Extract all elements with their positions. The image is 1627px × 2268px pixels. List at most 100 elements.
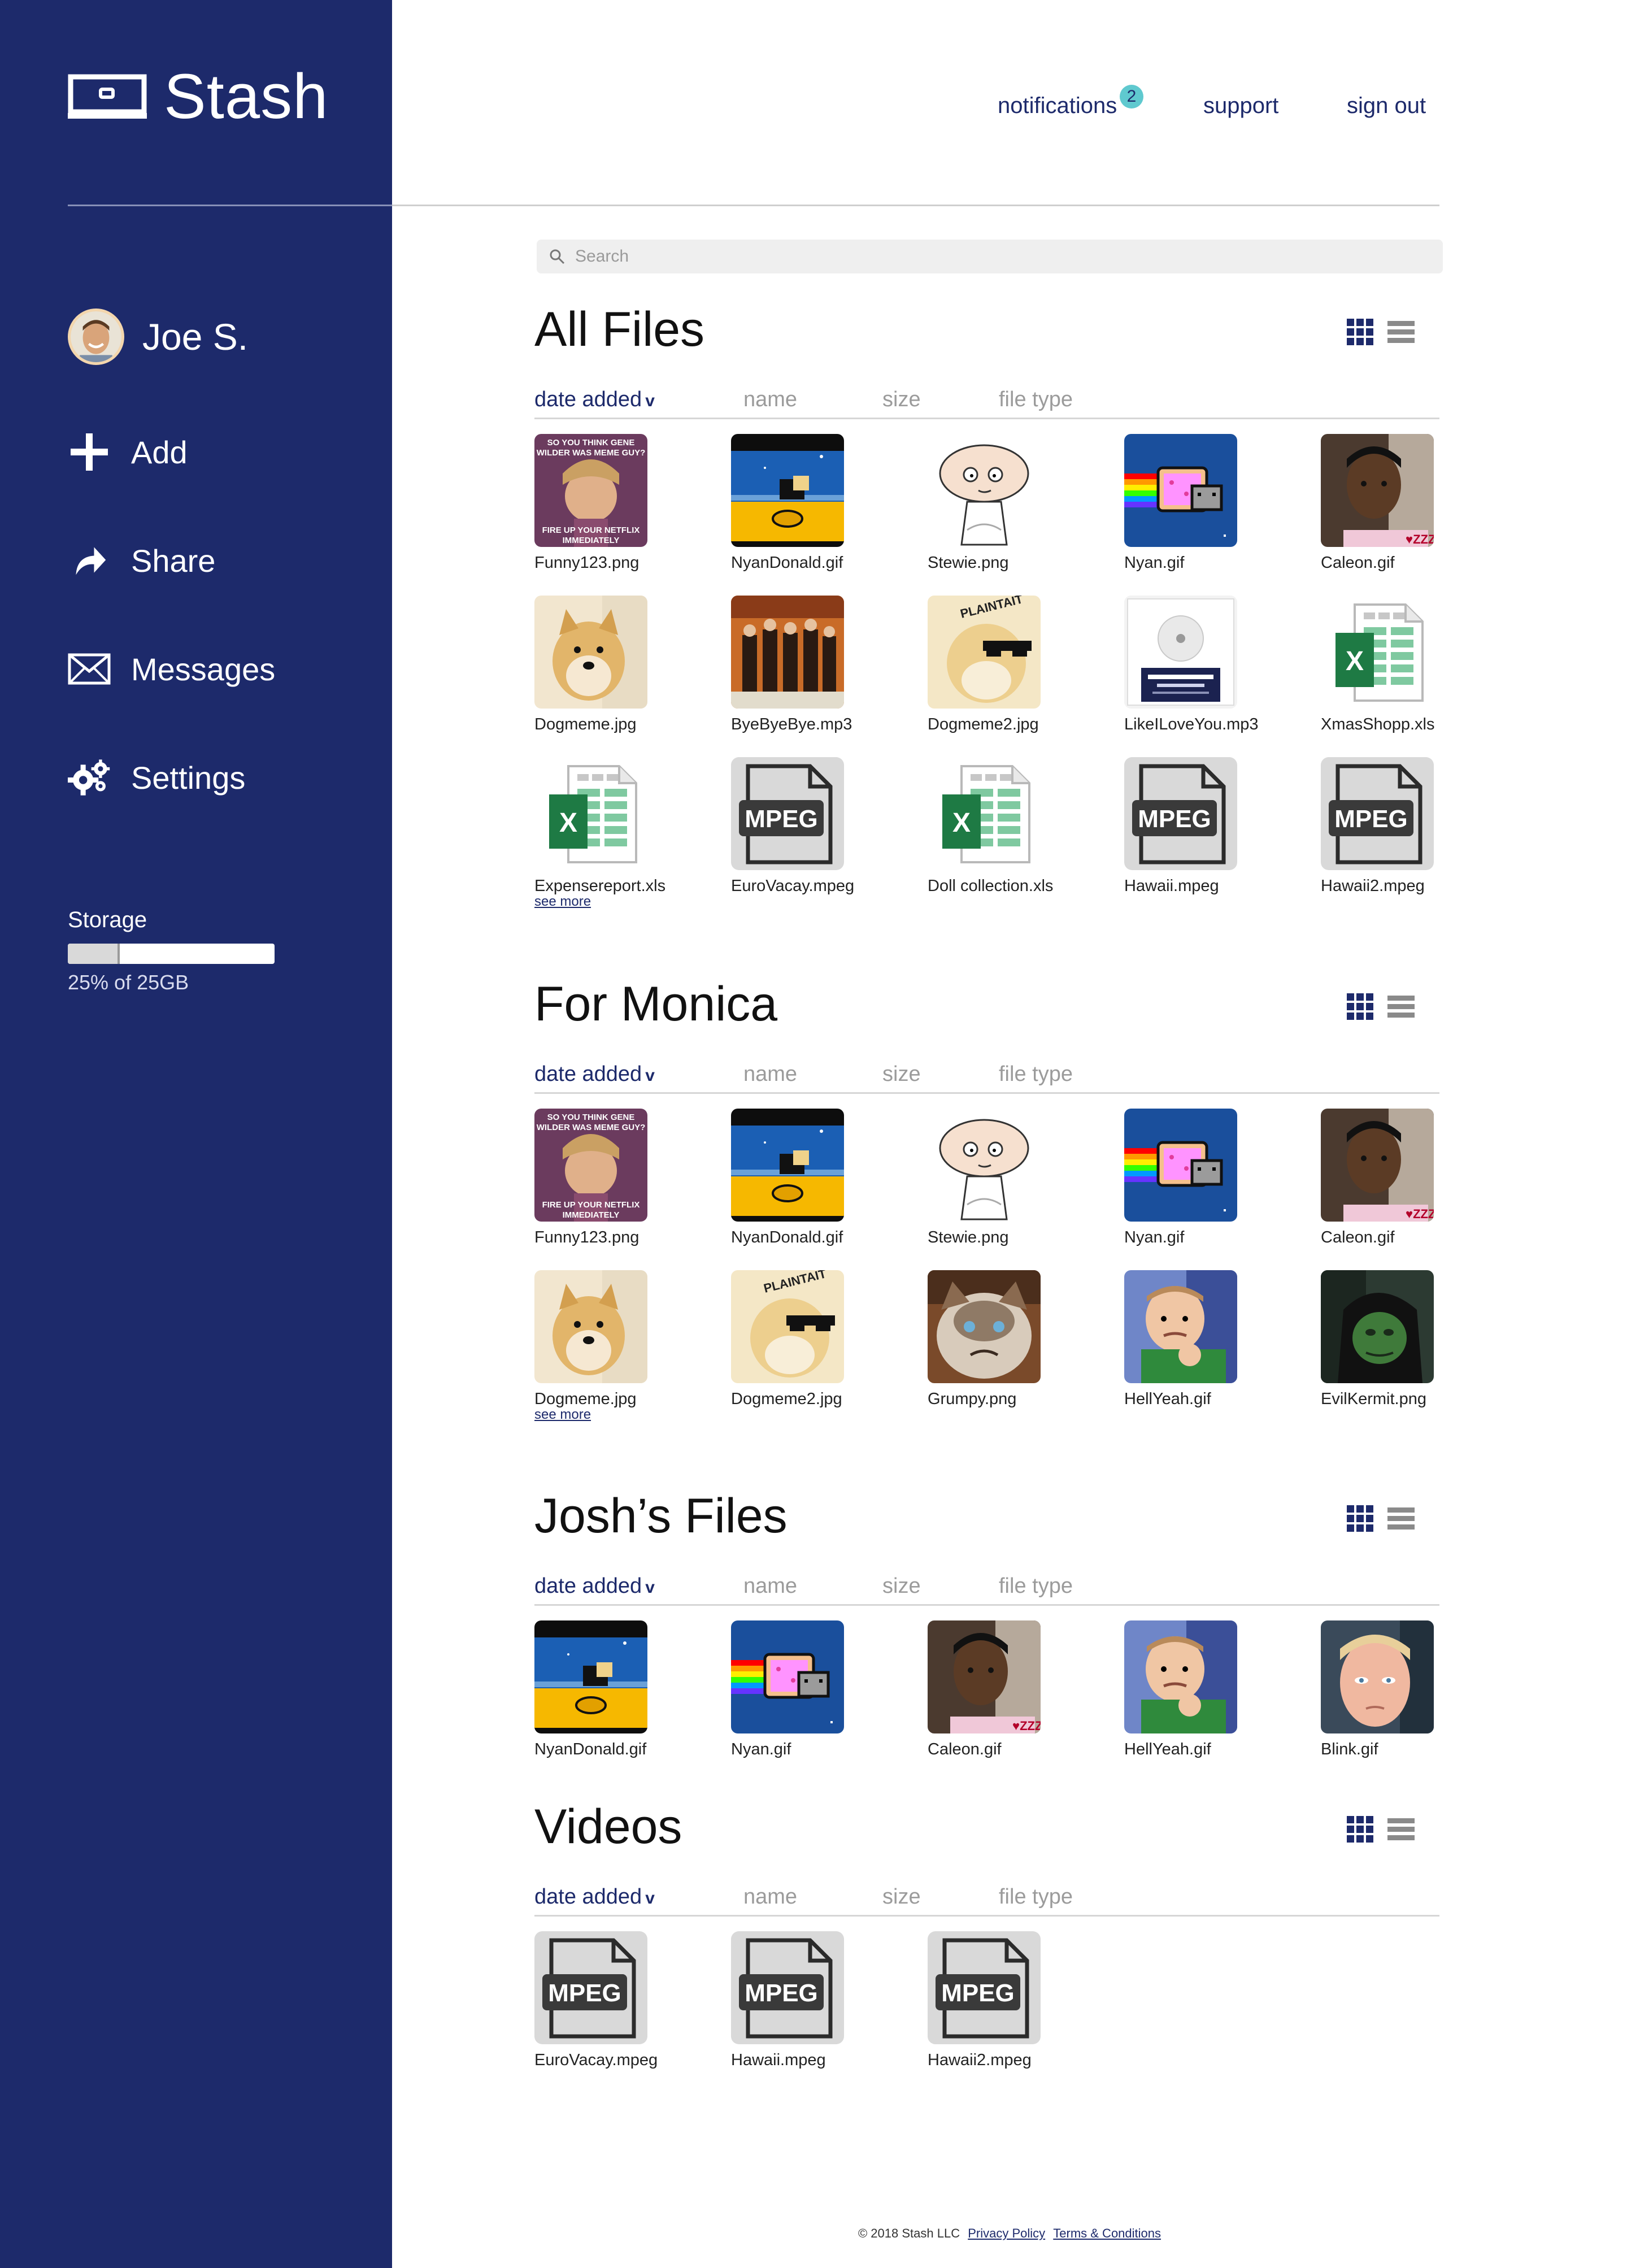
file-thumbnail — [1124, 1270, 1237, 1383]
sort-file-type[interactable]: file type — [999, 1574, 1073, 1598]
file-name: Dogmeme2.jpg — [928, 715, 1039, 733]
file-name: Funny123.png — [534, 554, 640, 572]
sort-direction-icon: v — [645, 1889, 655, 1908]
file-tile[interactable]: MPEG Hawaii2.mpeg — [928, 1931, 1046, 2070]
file-tile[interactable]: ByeByeBye.mp3 — [731, 596, 852, 734]
nav-settings[interactable]: Settings — [68, 756, 245, 799]
sort-size[interactable]: size — [882, 388, 921, 412]
file-tile[interactable]: NyanDonald.gif — [534, 1620, 653, 1759]
file-tile[interactable]: MPEG EuroVacay.mpeg — [731, 757, 854, 896]
list-view-icon[interactable] — [1386, 1815, 1416, 1844]
privacy-policy-link[interactable]: Privacy Policy — [968, 2226, 1045, 2240]
search-input[interactable] — [575, 247, 1366, 266]
file-tile[interactable]: NyanDonald.gif — [731, 1109, 850, 1247]
nav-share[interactable]: Share — [68, 539, 215, 582]
file-name: Dogmeme2.jpg — [731, 1390, 842, 1408]
file-tile[interactable]: Stewie.png — [928, 434, 1046, 572]
sort-name[interactable]: name — [743, 1062, 797, 1087]
file-tile[interactable]: PLAINTAIT Dogmeme2.jpg — [731, 1270, 850, 1409]
file-name: Stewie.png — [928, 554, 1009, 572]
file-tile[interactable]: Nyan.gif — [731, 1620, 850, 1759]
envelope-icon — [68, 648, 111, 690]
file-name: Doll collection.xls — [928, 877, 1054, 895]
file-tile[interactable]: Nyan.gif — [1124, 1109, 1243, 1247]
file-tile[interactable]: X Doll collection.xls — [928, 757, 1054, 896]
file-tile[interactable]: Grumpy.png — [928, 1270, 1046, 1409]
grid-view-icon[interactable] — [1346, 1815, 1375, 1844]
nav-add[interactable]: Add — [68, 431, 188, 473]
sort-name[interactable]: name — [743, 1574, 797, 1598]
file-name: Nyan.gif — [731, 1740, 791, 1758]
svg-text:FIRE UP YOUR NETFLIX: FIRE UP YOUR NETFLIX — [542, 525, 640, 535]
grid-view-icon[interactable] — [1346, 992, 1375, 1022]
file-tile[interactable]: ♥ZZZ Caleon.gif — [928, 1620, 1046, 1759]
see-more-link[interactable]: see more — [534, 894, 591, 910]
sort-bar: date added v name size file type — [534, 1574, 1439, 1606]
list-view-icon[interactable] — [1386, 1504, 1416, 1533]
file-tile[interactable]: Dogmeme.jpg — [534, 596, 653, 734]
sort-size[interactable]: size — [882, 1885, 921, 1909]
file-name: Hawaii.mpeg — [731, 2051, 826, 2069]
search-bar[interactable] — [537, 240, 1443, 273]
sign-out-link[interactable]: sign out — [1347, 93, 1426, 119]
file-tile[interactable]: Nyan.gif — [1124, 434, 1243, 572]
file-name: Expensereport.xls — [534, 877, 666, 895]
sort-direction-icon: v — [645, 1578, 655, 1597]
list-view-icon[interactable] — [1386, 992, 1416, 1022]
file-tile[interactable]: PLAINTAIT Dogmeme2.jpg — [928, 596, 1046, 734]
sort-file-type[interactable]: file type — [999, 1062, 1073, 1087]
file-name: Stewie.png — [928, 1228, 1009, 1246]
sort-size[interactable]: size — [882, 1574, 921, 1598]
file-tile[interactable]: MPEG EuroVacay.mpeg — [534, 1931, 658, 2070]
sort-file-type[interactable]: file type — [999, 388, 1073, 412]
app-logo[interactable]: Stash — [68, 65, 328, 128]
file-tile[interactable]: LikeILoveYou.mp3 — [1124, 596, 1259, 734]
nav-messages[interactable]: Messages — [68, 648, 275, 690]
sort-bar: date added v name size file type — [534, 1062, 1439, 1094]
file-tile[interactable]: HellYeah.gif — [1124, 1270, 1243, 1409]
sort-date-added[interactable]: date added v — [534, 1574, 655, 1598]
file-tile[interactable]: MPEG Hawaii.mpeg — [1124, 757, 1243, 896]
file-thumbnail: MPEG — [1124, 757, 1237, 870]
sort-date-added-label: date added — [534, 388, 642, 411]
file-thumbnail: MPEG — [731, 1931, 844, 2044]
file-tile[interactable]: X Expensereport.xls — [534, 757, 666, 896]
file-thumbnail — [1124, 434, 1237, 547]
terms-link[interactable]: Terms & Conditions — [1053, 2226, 1161, 2240]
file-tile[interactable]: NyanDonald.gif — [731, 434, 850, 572]
file-tile[interactable]: Dogmeme.jpg — [534, 1270, 653, 1409]
file-tile[interactable]: ♥ZZZ Caleon.gif — [1321, 1109, 1439, 1247]
grid-view-icon[interactable] — [1346, 1504, 1375, 1533]
file-thumbnail: X — [928, 757, 1041, 870]
plus-icon — [68, 431, 111, 473]
file-name: XmasShopp.xls — [1321, 715, 1435, 733]
file-thumbnail — [928, 1109, 1041, 1222]
file-tile[interactable]: SO YOU THINK GENE WILDER WAS MEME GUY? FIR… — [534, 1109, 653, 1247]
file-tile[interactable]: SO YOU THINK GENE WILDER WAS MEME GUY? FIR… — [534, 434, 653, 572]
user-profile[interactable]: Joe S. — [68, 309, 248, 365]
grid-view-icon[interactable] — [1346, 318, 1375, 347]
support-link[interactable]: support — [1203, 93, 1278, 119]
file-thumbnail — [731, 596, 844, 709]
sort-date-added[interactable]: date added v — [534, 388, 655, 412]
file-tile[interactable]: HellYeah.gif — [1124, 1620, 1243, 1759]
sort-size[interactable]: size — [882, 1062, 921, 1087]
search-icon — [550, 249, 565, 264]
sort-name[interactable]: name — [743, 388, 797, 412]
notifications-link[interactable]: notifications — [998, 93, 1117, 119]
file-tile[interactable]: MPEG Hawaii.mpeg — [731, 1931, 850, 2070]
see-more-link[interactable]: see more — [534, 1407, 591, 1423]
sort-name[interactable]: name — [743, 1885, 797, 1909]
file-tile[interactable]: EvilKermit.png — [1321, 1270, 1439, 1409]
file-tile[interactable]: MPEG Hawaii2.mpeg — [1321, 757, 1439, 896]
file-tile[interactable]: ♥ZZZ Caleon.gif — [1321, 434, 1439, 572]
file-tile[interactable]: X XmasShopp.xls — [1321, 596, 1439, 734]
svg-text:♥ZZZ: ♥ZZZ — [1012, 1719, 1041, 1733]
file-tile[interactable]: Blink.gif — [1321, 1620, 1439, 1759]
sort-date-added[interactable]: date added v — [534, 1062, 655, 1087]
list-view-icon[interactable] — [1386, 318, 1416, 347]
sort-file-type[interactable]: file type — [999, 1885, 1073, 1909]
notification-count-badge: 2 — [1120, 85, 1143, 108]
sort-date-added[interactable]: date added v — [534, 1885, 655, 1909]
file-tile[interactable]: Stewie.png — [928, 1109, 1046, 1247]
